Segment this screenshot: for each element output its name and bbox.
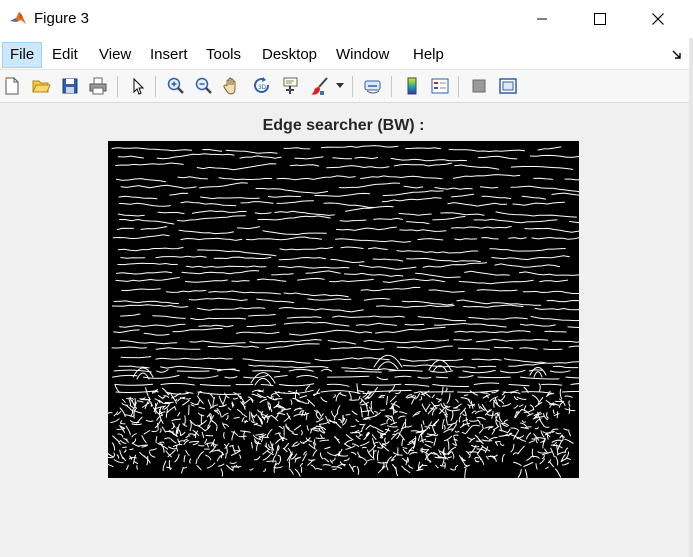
print-button[interactable]: [87, 75, 109, 97]
menu-file-label: File: [10, 46, 35, 63]
menu-edit[interactable]: Edit: [45, 42, 85, 68]
menubar: File Edit View Insert Tools Desktop Wind…: [0, 38, 693, 70]
minimize-button[interactable]: [519, 0, 565, 38]
maximize-icon: [594, 13, 606, 25]
brush-icon: [311, 77, 328, 95]
insert-colorbar-icon: [407, 77, 417, 95]
menu-desktop-label: Desktop: [262, 46, 318, 63]
axes-title: Edge searcher (BW) :: [262, 117, 425, 134]
data-cursor-button[interactable]: [280, 75, 302, 97]
pan-hand-icon: [223, 77, 236, 95]
new-figure-icon: [5, 77, 19, 95]
edge-path: [108, 145, 579, 478]
menu-view[interactable]: View: [92, 42, 138, 68]
menu-tools-label: Tools: [206, 46, 242, 63]
close-icon: [652, 13, 664, 25]
close-button[interactable]: [635, 0, 681, 38]
zoom-in-icon: [167, 77, 184, 94]
menu-insert[interactable]: Insert: [143, 42, 195, 68]
print-icon: [89, 77, 107, 95]
minimize-icon: [537, 18, 547, 20]
menu-edit-label: Edit: [52, 46, 78, 63]
save-icon: [62, 78, 78, 94]
dock-figure-icon[interactable]: [671, 48, 683, 60]
svg-text:3D: 3D: [258, 85, 266, 91]
show-plot-tools-icon: [499, 78, 517, 94]
zoom-in-button[interactable]: [165, 75, 187, 97]
zoom-out-icon: [195, 77, 212, 94]
menu-help-label: Help: [413, 46, 444, 63]
rotate-3d-icon: 3D: [254, 77, 269, 93]
toolbar-separator: [352, 76, 353, 97]
toolbar-separator: [155, 76, 156, 97]
menu-tools[interactable]: Tools: [199, 42, 248, 68]
menu-window[interactable]: Window: [329, 42, 396, 68]
pan-button[interactable]: [221, 75, 243, 97]
hide-plot-tools-button[interactable]: [468, 75, 490, 97]
edge-lines: [108, 145, 579, 478]
new-figure-button[interactable]: [1, 75, 23, 97]
link-plot-button[interactable]: [362, 75, 384, 97]
hide-plot-tools-icon: [472, 79, 486, 93]
brush-dropdown-button[interactable]: [334, 75, 346, 97]
menu-desktop[interactable]: Desktop: [255, 42, 324, 68]
brush-dropdown-icon: [336, 83, 344, 88]
rotate-3d-button[interactable]: 3D: [251, 75, 273, 97]
menu-view-label: View: [99, 46, 132, 63]
toolbar-separator: [391, 76, 392, 97]
zoom-out-button[interactable]: [193, 75, 215, 97]
menu-insert-label: Insert: [150, 46, 188, 63]
insert-legend-icon: [431, 78, 449, 94]
data-cursor-icon: [283, 77, 298, 94]
edit-plot-pointer-icon: [133, 77, 145, 95]
figure-toolbar: 3D: [0, 70, 693, 103]
insert-legend-button[interactable]: [429, 75, 451, 97]
brush-button[interactable]: [309, 75, 331, 97]
open-file-button[interactable]: [30, 75, 52, 97]
menu-file[interactable]: File: [2, 42, 43, 68]
edit-plot-button[interactable]: [127, 75, 149, 97]
link-plot-icon: [364, 80, 381, 94]
matlab-logo-icon: [9, 9, 27, 27]
show-plot-tools-button[interactable]: [497, 75, 519, 97]
window-titlebar: Figure 3: [0, 0, 693, 38]
maximize-button[interactable]: [577, 0, 623, 38]
edge-image[interactable]: [108, 141, 579, 478]
insert-colorbar-button[interactable]: [401, 75, 423, 97]
open-file-icon: [32, 80, 51, 93]
save-button[interactable]: [59, 75, 81, 97]
toolbar-separator: [117, 76, 118, 97]
window-title: Figure 3: [34, 10, 90, 27]
toolbar-separator: [458, 76, 459, 97]
menu-help[interactable]: Help: [406, 42, 451, 68]
window-right-edge: [689, 38, 693, 557]
menu-window-label: Window: [336, 46, 390, 63]
